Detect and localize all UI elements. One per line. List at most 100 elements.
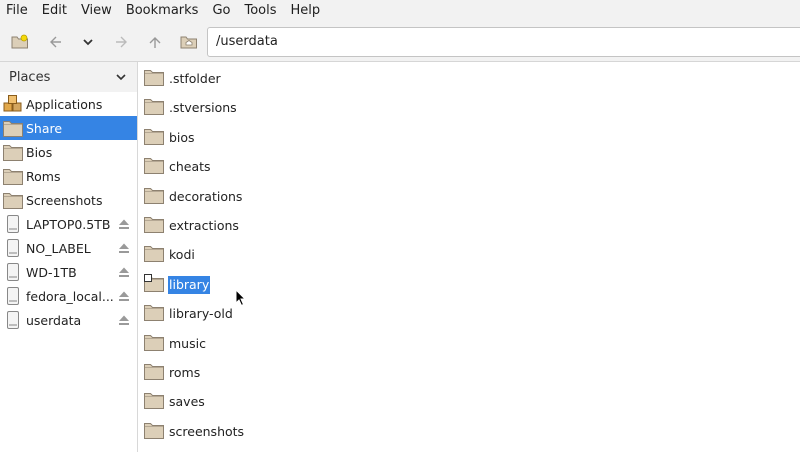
file-name: library-old	[169, 306, 233, 322]
folder-icon-wrapper	[144, 421, 166, 443]
file-name: decorations	[169, 188, 243, 204]
menu-view[interactable]: View	[74, 0, 119, 22]
location-bar[interactable]: /userdata	[207, 27, 800, 57]
file-list-item[interactable]: roms	[144, 360, 201, 386]
folder-icon	[144, 334, 164, 351]
file-name: extractions	[169, 218, 239, 233]
sidebar-item-icon	[2, 237, 24, 259]
folder-icon-wrapper	[144, 333, 166, 355]
folder-icon-wrapper	[144, 68, 166, 90]
sidebar-item-label: LAPTOP0.5TB	[26, 216, 111, 232]
file-list-item[interactable]: kodi	[144, 242, 196, 268]
sidebar-item[interactable]: Roms	[0, 164, 137, 188]
file-name: bios	[169, 129, 195, 145]
folder-icon	[144, 422, 164, 439]
eject-icon[interactable]	[117, 241, 131, 255]
file-list-item[interactable]: screenshots	[144, 419, 245, 445]
home-folder-icon	[180, 36, 197, 49]
eject-icon[interactable]	[117, 217, 131, 231]
places-list: Applications Share Bios Roms Screenshots LAPT…	[0, 92, 137, 332]
eject-icon[interactable]	[117, 265, 131, 279]
sidebar-item-label: Roms	[26, 168, 61, 184]
drive-icon	[7, 215, 19, 233]
menu-help[interactable]: Help	[284, 0, 328, 22]
folder-icon	[144, 217, 164, 233]
sidebar-item-label: Applications	[26, 96, 103, 112]
forward-arrow-icon	[116, 36, 127, 48]
sidebar-item[interactable]: Applications	[0, 92, 137, 116]
eject-icon[interactable]	[117, 313, 131, 327]
file-name: .stversions	[169, 100, 237, 116]
sidebar-item-label: Share	[26, 120, 63, 136]
sidebar-item[interactable]: Share	[0, 116, 137, 140]
menu-edit[interactable]: Edit	[35, 0, 74, 22]
folder-icon-wrapper	[144, 186, 166, 208]
history-dropdown-button[interactable]	[76, 30, 100, 54]
file-name: kodi	[169, 247, 195, 263]
folder-icon	[144, 364, 164, 380]
folder-icon-wrapper	[144, 97, 166, 119]
file-name: roms	[169, 365, 201, 380]
eject-icon[interactable]	[117, 289, 131, 303]
sidebar-item-icon	[2, 117, 24, 139]
file-list-item[interactable]: cheats	[144, 154, 212, 180]
folder-icon-wrapper	[144, 273, 166, 296]
drive-icon	[7, 239, 19, 257]
sidebar-item-icon	[2, 165, 24, 187]
file-list-item[interactable]: saves	[144, 389, 206, 415]
new-folder-button[interactable]	[8, 30, 32, 54]
sidebar-item[interactable]: fedora_local...	[0, 284, 137, 308]
folder-icon	[144, 158, 164, 175]
file-name: screenshots	[169, 423, 245, 439]
sidebar-item[interactable]: NO_LABEL	[0, 236, 137, 260]
file-list-item[interactable]: bios	[144, 125, 196, 151]
folder-icon	[144, 187, 164, 204]
folder-icon	[144, 128, 164, 145]
folder-icon	[144, 99, 164, 116]
file-list: .stfolder .stversions bios cheats decoration…	[139, 62, 800, 452]
menu-bookmarks[interactable]: Bookmarks	[119, 0, 206, 22]
file-list-item[interactable]: .stversions	[144, 95, 238, 121]
places-title: Places	[9, 69, 51, 85]
sidebar-item[interactable]: WD-1TB	[0, 260, 137, 284]
file-list-item[interactable]: .stfolder	[144, 66, 222, 92]
sidebar-item[interactable]: Bios	[0, 140, 137, 164]
folder-icon	[144, 393, 164, 410]
file-list-item[interactable]: library	[144, 272, 211, 298]
file-list-item[interactable]: extractions	[144, 213, 240, 239]
folder-icon	[3, 121, 23, 137]
folder-icon-wrapper	[144, 303, 166, 325]
menu-file[interactable]: File	[0, 0, 35, 22]
sidebar-item-label: NO_LABEL	[26, 240, 91, 256]
chevron-down-icon	[116, 74, 126, 81]
sidebar-item[interactable]: Screenshots	[0, 188, 137, 212]
up-button[interactable]	[143, 30, 167, 54]
file-list-item[interactable]: library-old	[144, 301, 234, 327]
back-arrow-icon	[50, 36, 61, 48]
folder-icon-wrapper	[144, 362, 166, 384]
folder-icon-wrapper	[144, 244, 166, 266]
menu-go[interactable]: Go	[205, 0, 237, 22]
folder-icon	[144, 246, 164, 263]
sidebar-item-label: Screenshots	[26, 192, 103, 208]
folder-icon	[144, 305, 164, 322]
sidebar-item[interactable]: userdata	[0, 308, 137, 332]
places-header[interactable]: Places	[0, 62, 137, 92]
sidebar-item-icon	[2, 213, 24, 235]
forward-button[interactable]	[110, 30, 134, 54]
back-button[interactable]	[43, 30, 67, 54]
sidebar-item-icon	[2, 189, 24, 211]
sidebar-item-icon	[2, 93, 24, 115]
applications-icon	[3, 95, 22, 112]
menu-tools[interactable]: Tools	[237, 0, 283, 22]
file-list-item[interactable]: decorations	[144, 184, 243, 210]
symlink-badge-icon	[144, 273, 152, 282]
home-button[interactable]	[177, 30, 201, 54]
folder-icon-wrapper	[144, 127, 166, 149]
folder-icon-wrapper	[144, 156, 166, 178]
file-name: saves	[169, 394, 205, 410]
sidebar-item[interactable]: LAPTOP0.5TB	[0, 212, 137, 236]
folder-icon	[144, 70, 164, 86]
sidebar-item-label: WD-1TB	[26, 264, 77, 280]
file-list-item[interactable]: music	[144, 331, 207, 357]
